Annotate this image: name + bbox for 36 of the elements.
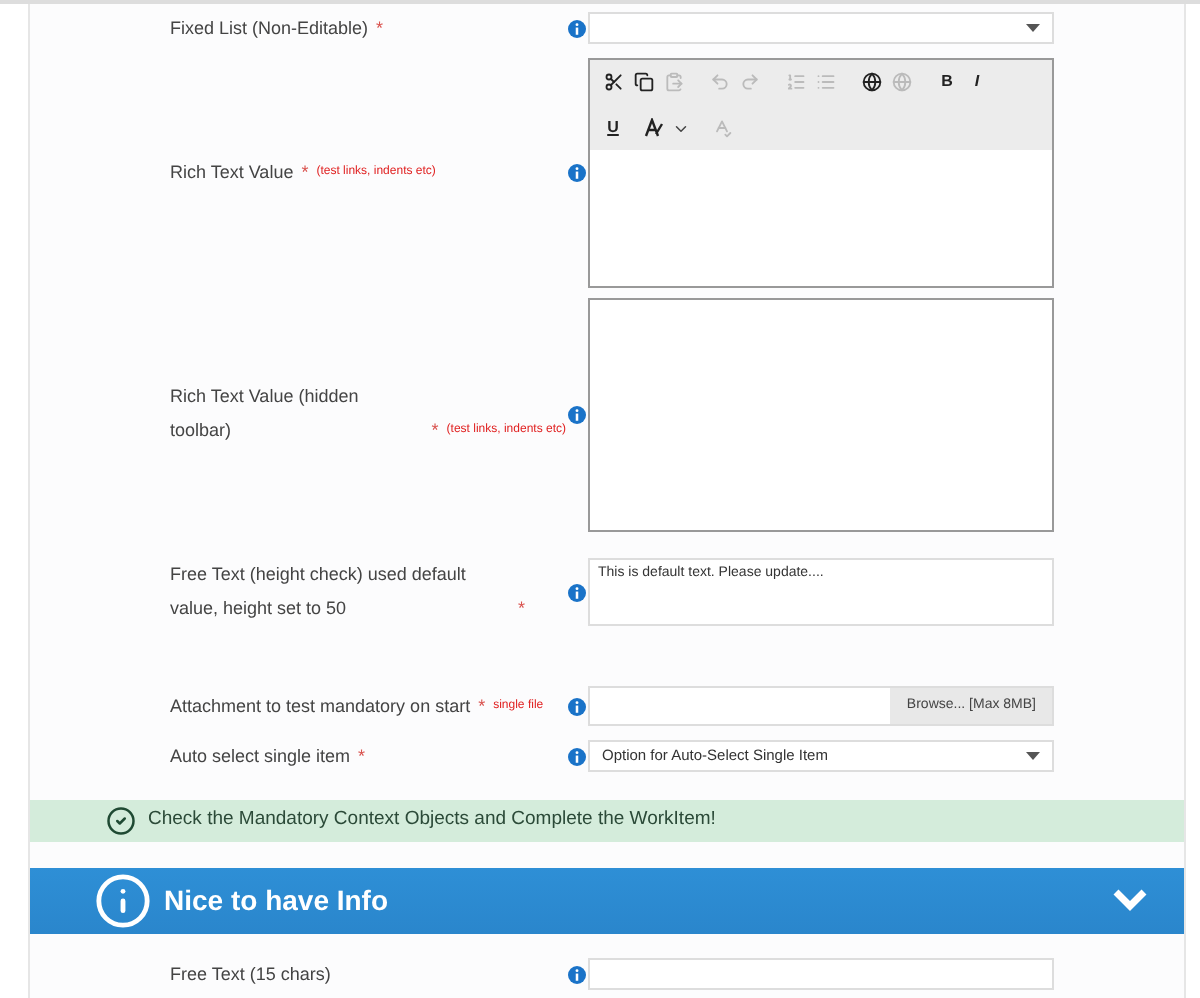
info-icon[interactable] — [568, 965, 586, 983]
underline-button[interactable]: U — [598, 113, 628, 143]
section-header[interactable]: Nice to have Info — [30, 867, 1184, 934]
required-mark: * — [301, 159, 309, 185]
caret-icon — [1026, 24, 1040, 32]
field-label: Rich Text Value (hidden toolbar) — [170, 384, 361, 444]
rich-text-editor[interactable]: B I U — [588, 57, 1054, 287]
info-icon[interactable] — [568, 19, 586, 37]
field-label: Auto select single item — [170, 743, 351, 770]
select-field[interactable] — [588, 12, 1054, 44]
field-label: Fixed List (Non-Editable) — [170, 15, 369, 42]
field-label: Free Text (height check) used default value, height set to 50 — [170, 562, 468, 622]
italic-button[interactable]: I — [962, 67, 992, 97]
required-mark: * — [478, 693, 486, 719]
section-title: Nice to have Info — [164, 881, 391, 920]
required-mark: * — [376, 15, 384, 41]
text-input[interactable] — [588, 958, 1054, 990]
info-icon[interactable] — [568, 583, 586, 601]
rich-text-editor[interactable] — [588, 297, 1054, 531]
required-mark: * — [518, 596, 526, 622]
check-circle-icon — [106, 805, 136, 836]
chevron-icon — [1112, 888, 1148, 913]
spelling-icon[interactable] — [644, 118, 664, 138]
bold-button[interactable]: B — [932, 67, 962, 97]
caret-icon — [1026, 752, 1040, 760]
field-label: Free Text (15 chars) — [170, 961, 331, 988]
required-mark: * — [431, 418, 439, 444]
required-mark: * — [358, 743, 366, 769]
info-icon[interactable] — [568, 697, 586, 715]
banner-text: Check the Mandatory Context Objects and Complete the WorkItem! — [148, 806, 716, 835]
info-icon[interactable] — [568, 405, 586, 423]
info-circle-icon — [94, 871, 152, 930]
field-label: Rich Text Value — [170, 159, 294, 185]
info-icon[interactable] — [568, 163, 586, 181]
field-label: Attachment to test mandatory on start — [170, 693, 471, 720]
info-icon[interactable] — [568, 747, 586, 765]
